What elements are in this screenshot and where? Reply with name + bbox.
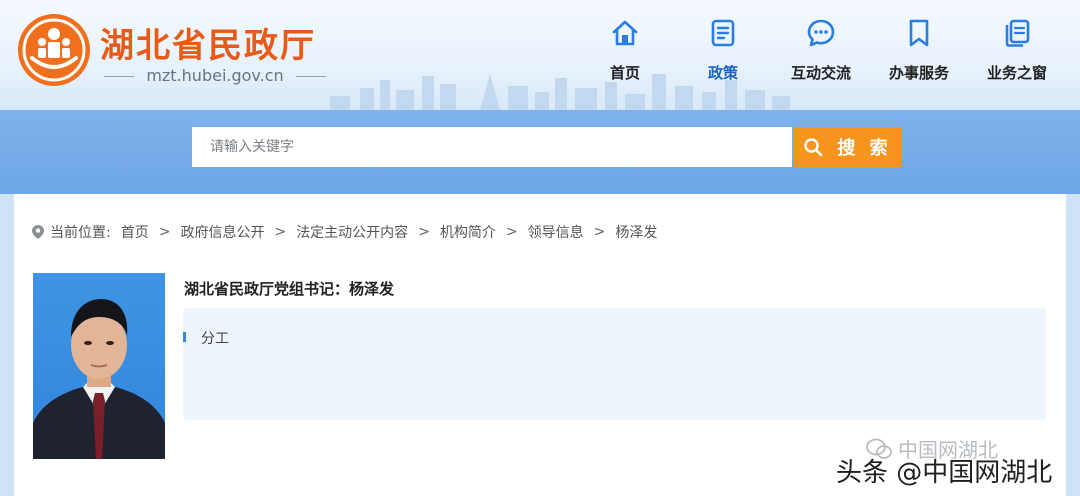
nav-item-interaction[interactable]: 互动交流 (772, 18, 870, 83)
breadcrumb: 当前位置: 首页 > 政府信息公开 > 法定主动公开内容 > 机构简介 > 领导… (32, 222, 657, 242)
bookmark-icon (909, 19, 929, 47)
nav-item-policy[interactable]: 政策 (674, 18, 772, 83)
search-icon (804, 138, 823, 157)
nav-label-policy: 政策 (707, 64, 738, 82)
chat-icon (807, 19, 835, 47)
breadcrumb-item-org-intro[interactable]: 机构简介 (440, 222, 496, 242)
location-pin-icon (32, 225, 44, 239)
breadcrumb-item-leaders[interactable]: 领导信息 (528, 222, 584, 242)
watermark-credit: 头条 @中国网湖北 (836, 458, 1053, 488)
site-domain: mzt.hubei.gov.cn (100, 66, 330, 85)
site-logo[interactable]: 湖北省民政厅 mzt.hubei.gov.cn (18, 12, 326, 92)
search-input[interactable] (192, 127, 792, 167)
duty-label: 分工 (201, 331, 229, 347)
files-icon (1005, 19, 1030, 47)
search-band: 搜 索 (0, 110, 1080, 194)
breadcrumb-label: 当前位置: (50, 225, 111, 241)
site-name: 湖北省民政厅 (100, 26, 316, 66)
civil-affairs-emblem-icon (18, 14, 90, 86)
duty-section: 分工 (183, 308, 1046, 420)
section-marker (183, 332, 186, 342)
breadcrumb-item-home[interactable]: 首页 (121, 222, 149, 242)
home-icon (612, 20, 638, 46)
nav-label-business: 业务之窗 (986, 64, 1047, 82)
portrait-image (33, 299, 165, 459)
document-icon (711, 19, 735, 47)
breadcrumb-separator: > (274, 224, 287, 240)
breadcrumb-separator: > (505, 224, 518, 240)
search-button-label: 搜 索 (837, 138, 892, 159)
nav-label-home: 首页 (609, 64, 640, 82)
breadcrumb-item-gov-info[interactable]: 政府信息公开 (180, 222, 264, 242)
search-button[interactable]: 搜 索 (794, 127, 901, 167)
leader-title: 湖北省民政厅党组书记：杨泽发 (184, 280, 395, 298)
nav-item-services[interactable]: 办事服务 (870, 18, 968, 83)
nav-label-services: 办事服务 (888, 64, 949, 82)
nav-item-business[interactable]: 业务之窗 (968, 18, 1066, 83)
breadcrumb-separator: > (418, 224, 430, 240)
nav-label-interaction: 互动交流 (790, 64, 851, 82)
main-nav: 首页 政策 互动交流 办事服务 业务之窗 (576, 18, 1066, 83)
leader-photo (33, 273, 165, 459)
nav-item-home[interactable]: 首页 (576, 18, 674, 83)
breadcrumb-separator: > (158, 224, 171, 240)
breadcrumb-item-current: 杨泽发 (615, 225, 658, 241)
breadcrumb-separator: > (593, 224, 606, 240)
site-header: 湖北省民政厅 mzt.hubei.gov.cn 首页 政策 互动交流 办事服务 … (0, 0, 1080, 110)
breadcrumb-item-public-content[interactable]: 法定主动公开内容 (296, 222, 408, 242)
